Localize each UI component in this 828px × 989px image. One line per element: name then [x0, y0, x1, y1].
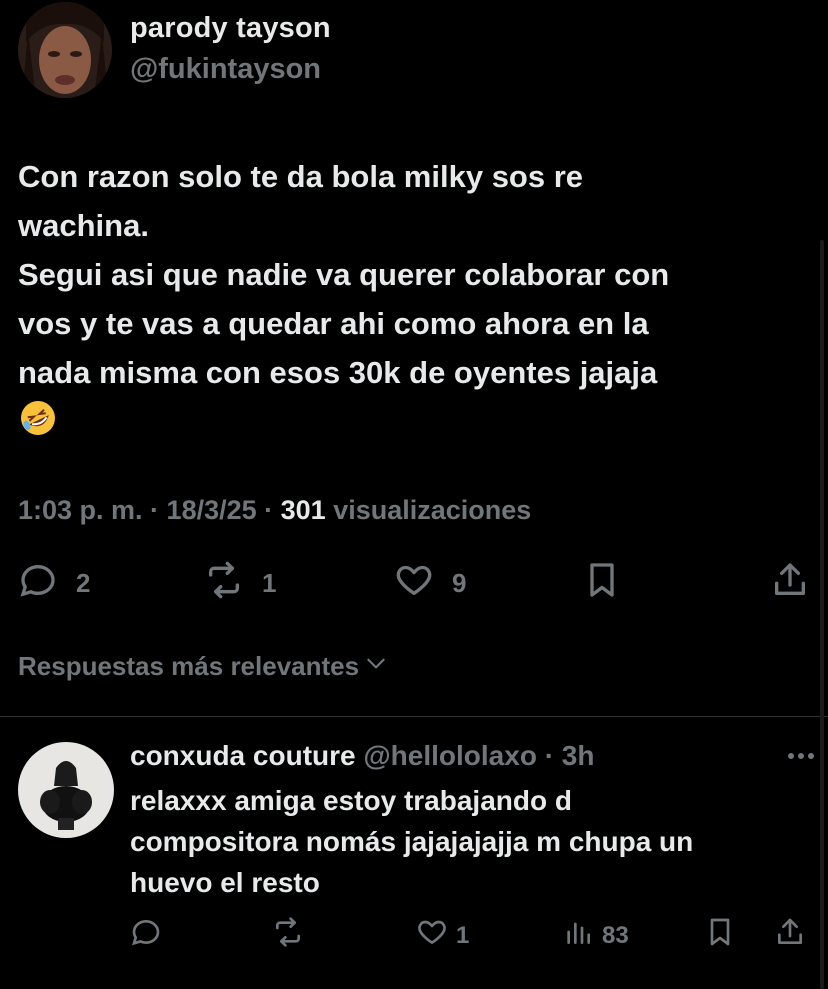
chevron-down-icon	[359, 650, 389, 683]
tweet-time[interactable]: 1:03 p. m.	[18, 495, 143, 525]
tweet-text: Con razon solo te da bola milky sos re w…	[18, 152, 808, 446]
avatar[interactable]	[18, 742, 114, 838]
tweet-actions: 2 1 9	[18, 560, 810, 608]
heart-icon	[416, 916, 448, 955]
like-button[interactable]: 9	[394, 560, 466, 607]
divider	[0, 716, 828, 717]
scrollbar[interactable]	[820, 240, 824, 989]
tweet-date[interactable]: 18/3/25	[167, 495, 257, 525]
replies-sort-dropdown[interactable]: Respuestas más relevantes	[18, 650, 389, 683]
views-count: 301	[280, 495, 326, 525]
reply-views-button[interactable]: 83	[562, 916, 629, 955]
reply-bookmark-button[interactable]	[704, 916, 736, 955]
share-button[interactable]	[770, 560, 810, 607]
reply-count: 2	[76, 568, 91, 598]
retweet-icon	[204, 560, 244, 607]
reply-text: relaxxx amiga estoy trabajando d composi…	[130, 785, 694, 898]
reply-icon	[130, 916, 162, 955]
reply-icon	[18, 560, 58, 607]
bookmark-icon	[704, 916, 736, 955]
reply-like-button[interactable]: 1	[416, 916, 469, 955]
reply-button[interactable]: 2	[18, 560, 90, 607]
heart-icon	[394, 560, 434, 607]
author-handle[interactable]: @fukintayson	[130, 53, 331, 86]
reply-share-button[interactable]	[774, 916, 806, 955]
views-label: visualizaciones	[325, 495, 532, 525]
reply-handle-time[interactable]: @hellololaxo · 3h	[356, 740, 594, 771]
analytics-icon	[562, 916, 594, 955]
tweet-author: parody tayson @fukintayson	[18, 0, 331, 100]
share-icon	[770, 560, 810, 607]
reply-display-name[interactable]: conxuda couture	[130, 740, 356, 771]
retweet-icon	[272, 916, 304, 955]
reply-reply-button[interactable]	[130, 916, 162, 955]
avatar[interactable]	[18, 2, 112, 98]
more-icon	[784, 753, 818, 770]
author-display-name[interactable]: parody tayson	[130, 12, 331, 45]
reply-retweet-button[interactable]	[272, 916, 304, 955]
bookmark-icon	[582, 560, 622, 607]
retweet-button[interactable]: 1	[204, 560, 276, 607]
bookmark-button[interactable]	[582, 560, 622, 607]
tweet-text-content: Con razon solo te da bola milky sos re w…	[18, 159, 670, 390]
rolling-on-floor-laughing-emoji-icon	[18, 398, 58, 438]
reply-like-count: 1	[456, 921, 470, 949]
share-icon	[774, 916, 806, 955]
more-options-button[interactable]	[784, 746, 818, 766]
reply-views-count: 83	[602, 921, 629, 949]
reply-actions: 1 83	[130, 916, 810, 956]
tweet-meta: 1:03 p. m. · 18/3/25 · 301 visualizacion…	[18, 495, 532, 525]
replies-sort-label: Respuestas más relevantes	[18, 651, 360, 681]
retweet-count: 1	[262, 568, 277, 598]
like-count: 9	[452, 568, 467, 598]
reply-header: conxuda couture @hellololaxo · 3h	[130, 740, 594, 772]
